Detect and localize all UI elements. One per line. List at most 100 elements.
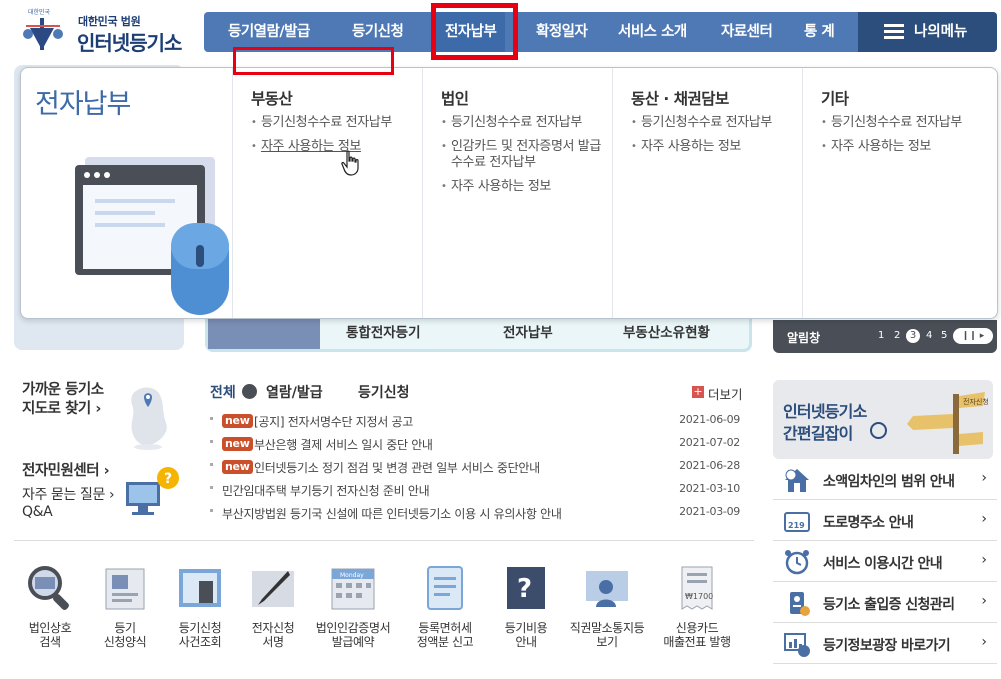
notice-person-icon (586, 571, 628, 607)
notice-item[interactable]: new [공지] 전자서명수단 지정서 공고 2021-06-09 (210, 413, 740, 431)
right-link-road-address[interactable]: 219 도로명주소 안내 › (773, 501, 997, 541)
shortcut-e-payment[interactable]: 전자납부 (503, 321, 553, 341)
gnb-item-view-issue[interactable]: 등기열람/발급 (228, 12, 310, 52)
chart-board-icon (784, 633, 810, 657)
site-logo[interactable]: 대한민국 대한민국 법원 인터넷등기소 (20, 6, 195, 56)
nearby-registry-label: 가까운 등기소 (22, 382, 104, 398)
chevron-right-icon: › (109, 487, 115, 503)
svg-text:?: ? (164, 471, 172, 487)
alarm-page-5[interactable]: 5 (941, 330, 947, 341)
easy-guide-banner[interactable]: 인터넷등기소 간편길잡이 전자신청 (773, 380, 993, 459)
svg-text:?: ? (517, 574, 532, 604)
shortcut-integrated-e-registration[interactable]: 통합전자등기 (346, 321, 421, 341)
notice-item[interactable]: new 부산은행 결제 서비스 일시 중단 안내 2021-07-02 (210, 436, 740, 454)
chevron-right-icon: › (95, 401, 101, 417)
receipt-icon: ₩1700 (681, 566, 713, 610)
tab-registration[interactable]: 등기신청 (358, 382, 410, 402)
bullet-icon (210, 440, 213, 443)
service-corp-name-search[interactable]: 법인상호 검색 (10, 563, 90, 649)
alarm-page-1[interactable]: 1 (878, 330, 884, 341)
notice-item[interactable]: 부산지방법원 등기국 신설에 따른 인터넷등기소 이용 시 유의사항 안내 20… (210, 505, 740, 523)
map-search-label: 지도로 찾기 (22, 401, 91, 417)
right-link-access-pass[interactable]: 등기소 출입증 신청관리 › (773, 583, 997, 623)
alarm-page-3-current[interactable]: 3 (906, 329, 920, 343)
main-navigation: 등기열람/발급 등기신청 전자납부 확정일자 서비스 소개 자료센터 통 계 나… (204, 12, 997, 52)
right-link-service-hours[interactable]: 서비스 이용시간 안내 › (773, 542, 997, 582)
corporation-fee-e-payment-link[interactable]: 등기신청수수료 전자납부 (441, 115, 626, 131)
more-link[interactable]: 더보기 (708, 384, 743, 403)
nearby-registry-link[interactable]: 가까운 등기소 지도로 찾기 › (22, 381, 104, 419)
service-registration-license-tax[interactable]: 등록면허세 정액분 신고 (405, 563, 485, 649)
document-forms-icon (105, 568, 145, 610)
service-label: 전자신청 서명 (251, 621, 295, 649)
qa-label: Q&A (22, 504, 53, 520)
service-seal-certificate-reservation[interactable]: Monday 법인인감증명서 발급예약 (313, 563, 393, 649)
service-case-inquiry[interactable]: 등기신청 사건조회 (160, 563, 240, 649)
service-registration-forms[interactable]: 등기 신청양식 (85, 563, 165, 649)
tab-all[interactable]: 전체 (210, 382, 236, 402)
gnb-item-service-intro[interactable]: 서비스 소개 (618, 12, 687, 52)
chevron-circle-icon (870, 422, 887, 439)
service-registration-cost[interactable]: ? 등기비용 안내 (486, 563, 566, 649)
alarm-page-2[interactable]: 2 (894, 330, 900, 341)
notice-title: 민간임대주택 부기등기 전자신청 준비 안내 (222, 484, 430, 498)
notice-item[interactable]: 민간임대주택 부기등기 전자신청 준비 안내 2021-03-10 (210, 482, 740, 500)
notice-date: 2021-07-02 (679, 436, 740, 449)
faq-link[interactable]: 자주 묻는 질문 › Q&A (22, 487, 115, 521)
service-ex-officio-cancellation-notice[interactable]: 직권말소통지등 보기 (567, 563, 647, 649)
notice-item[interactable]: new 인터넷등기소 정기 점검 및 변경 관련 일부 서비스 중단안내 202… (210, 459, 740, 477)
korea-map-pin-icon (131, 387, 167, 450)
right-link-label: 소액임차인의 범위 안내 (823, 474, 955, 490)
real-estate-fee-e-payment-link[interactable]: 등기신청수수료 전자납부 (251, 115, 436, 131)
gnb-item-statistics[interactable]: 통 계 (804, 12, 835, 52)
dropdown-divider (232, 68, 233, 318)
notice-title: 인터넷등기소 정기 점검 및 변경 관련 일부 서비스 중단안내 (254, 461, 540, 475)
alarm-page-4[interactable]: 4 (926, 330, 932, 341)
notice-date: 2021-03-09 (679, 505, 740, 518)
movable-frequent-info-link[interactable]: 자주 사용하는 정보 (631, 139, 816, 155)
chevron-right-icon: › (981, 593, 987, 609)
corporation-seal-card-fee-link[interactable]: 인감카드 및 전자증명서 발급수수료 전자납부 (441, 139, 601, 171)
other-frequent-info-link[interactable]: 자주 사용하는 정보 (821, 139, 1001, 155)
dropdown-column-other: 기타 등기신청수수료 전자납부 자주 사용하는 정보 (821, 87, 1001, 163)
tab-view-issue[interactable]: 열람/발급 (266, 382, 323, 402)
shortcut-property-ownership[interactable]: 부동산소유현황 (623, 321, 710, 341)
movable-fee-e-payment-link[interactable]: 등기신청수수료 전자납부 (631, 115, 816, 131)
service-label: 등기 신청양식 (103, 621, 147, 649)
bullet-icon (210, 417, 213, 420)
chevron-down-icon[interactable] (242, 384, 257, 399)
right-link-registry-data-plaza[interactable]: 등기정보광장 바로가기 › (773, 624, 997, 664)
column-title-other: 기타 (821, 90, 849, 108)
my-menu-label: 나의메뉴 (914, 24, 968, 40)
alarm-pause-next-control[interactable]: ❙❙ ▸ (953, 328, 993, 344)
notice-date: 2021-06-09 (679, 413, 740, 426)
new-badge: new (222, 414, 253, 428)
plus-icon[interactable]: + (692, 386, 704, 398)
chevron-right-icon: › (981, 634, 987, 650)
service-e-signature[interactable]: 전자신청 서명 (233, 563, 313, 649)
other-fee-e-payment-link[interactable]: 등기신청수수료 전자납부 (821, 115, 1001, 131)
pen-signature-icon (252, 571, 294, 607)
service-label: 등기비용 안내 (504, 621, 548, 649)
faq-label: 자주 묻는 질문 (22, 487, 105, 503)
gnb-item-registration[interactable]: 등기신청 (352, 12, 404, 52)
corporation-frequent-info-link[interactable]: 자주 사용하는 정보 (441, 179, 626, 195)
service-credit-card-receipt[interactable]: ₩1700 신용카드 매출전표 발행 (657, 563, 737, 649)
road-sign-number: 219 (788, 521, 805, 530)
right-link-label: 등기정보광장 바로가기 (823, 638, 951, 654)
gnb-item-data-center[interactable]: 자료센터 (721, 12, 773, 52)
gnb-item-fixed-date[interactable]: 확정일자 (536, 12, 588, 52)
right-link-small-tenant-range[interactable]: 소액임차인의 범위 안내 › (773, 460, 997, 500)
service-label: 등록면허세 정액분 신고 (416, 621, 474, 649)
my-menu-button[interactable]: 나의메뉴 (858, 12, 997, 52)
right-link-label: 등기소 출입증 신청관리 (823, 597, 955, 613)
bullet-icon (210, 509, 213, 512)
e-civil-center-link[interactable]: 전자민원센터 › (22, 462, 110, 481)
access-badge-icon (790, 592, 810, 616)
chevron-right-icon: › (981, 552, 987, 568)
column-title-corporation: 법인 (441, 90, 469, 108)
highlight-box-real-estate-fee-link (233, 47, 394, 75)
bullet-icon (210, 486, 213, 489)
chevron-right-icon: › (981, 470, 987, 486)
banner-line1: 인터넷등기소 (783, 402, 867, 421)
